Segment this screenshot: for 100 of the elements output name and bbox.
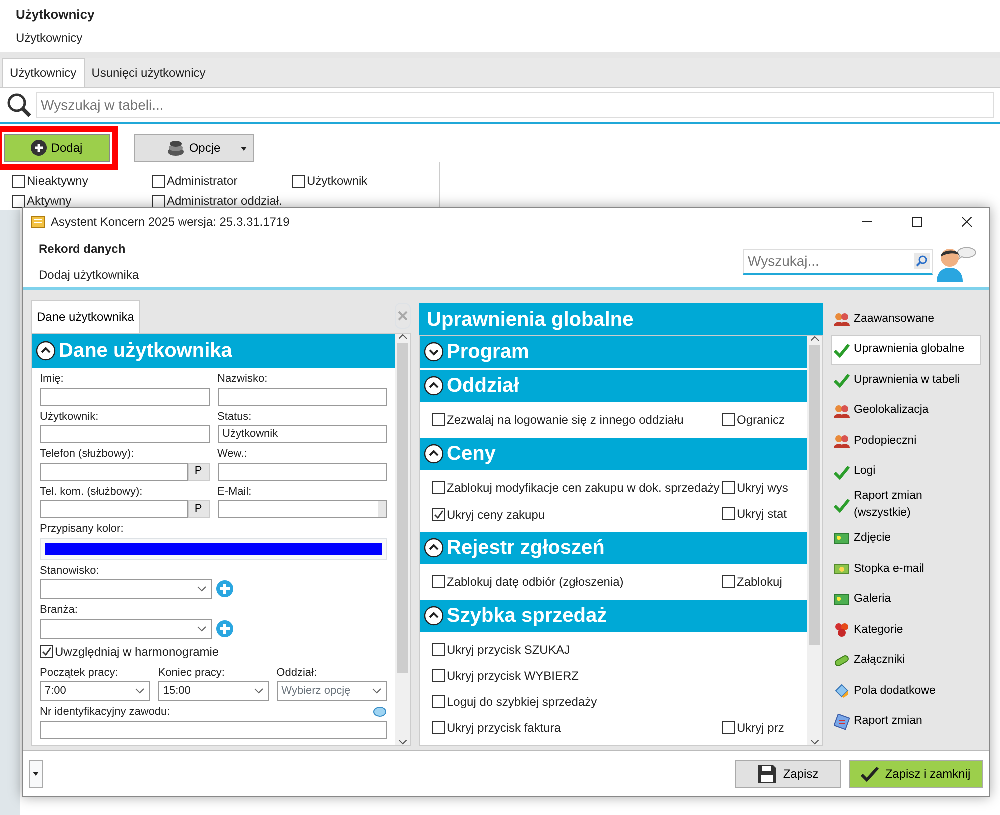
page-title: Użytkownicy — [16, 6, 96, 24]
collapse-icon[interactable] — [424, 376, 444, 396]
field-label: Użytkownik: — [40, 410, 99, 422]
input-field[interactable] — [218, 462, 387, 480]
nav-item[interactable]: Kategorie — [831, 615, 981, 646]
input-field[interactable] — [218, 388, 387, 406]
input-field[interactable] — [40, 425, 210, 443]
dropdown-icon[interactable] — [197, 586, 207, 592]
dropdown-button[interactable] — [29, 760, 43, 788]
dropdown-icon[interactable] — [197, 626, 207, 632]
nav-item[interactable]: Raport zmian (wszystkie) — [831, 487, 981, 524]
permission-checkbox[interactable] — [722, 413, 735, 426]
window-title: Asystent Koncern 2025 wersja: 25.3.31.1719 — [51, 214, 291, 231]
permission-checkbox-label: Ukryj ceny zakupu — [447, 506, 546, 524]
nav-item[interactable]: Logi — [831, 456, 981, 487]
save-button[interactable]: Zapisz — [735, 760, 841, 788]
check-icon — [834, 464, 850, 480]
filter-checkbox[interactable] — [12, 194, 25, 208]
filter-checkbox[interactable] — [12, 174, 25, 188]
search-field[interactable]: Wyszukaj w tabeli... — [36, 92, 994, 118]
close-icon — [396, 308, 410, 323]
nav-item[interactable]: Raport zmian — [831, 706, 981, 737]
permission-checkbox[interactable] — [432, 413, 445, 426]
permission-checkbox[interactable] — [432, 508, 445, 521]
nav-item[interactable]: Galeria — [831, 584, 981, 615]
permission-checkbox[interactable] — [432, 721, 445, 734]
select-field[interactable] — [40, 579, 212, 599]
collapse-icon[interactable] — [424, 538, 444, 558]
p-button[interactable]: P — [188, 500, 210, 518]
input-field[interactable] — [40, 388, 210, 406]
nav-item[interactable]: Pola dodatkowe — [831, 676, 981, 706]
filter-checkbox[interactable] — [292, 174, 305, 188]
select-field[interactable] — [40, 618, 212, 638]
scrollbar-thumb[interactable] — [397, 343, 408, 673]
search-box[interactable]: Wyszukaj... — [743, 248, 933, 274]
permission-checkbox[interactable] — [722, 721, 735, 734]
permission-checkbox[interactable] — [432, 481, 445, 494]
picture-icon — [834, 530, 850, 547]
expand-icon[interactable] — [424, 342, 444, 362]
form-tab[interactable]: Dane użytkownika — [31, 300, 140, 333]
select-value: 15:00 — [163, 684, 191, 699]
nav-item[interactable]: Uprawnienia w tabeli — [831, 365, 981, 396]
filter-checkbox-label: Administrator — [167, 173, 238, 190]
select-field[interactable]: 7:00 — [40, 681, 150, 701]
input-field[interactable] — [40, 500, 188, 518]
nav-item[interactable]: Uprawnienia globalne — [831, 334, 981, 365]
scroll-down-icon[interactable] — [398, 740, 406, 745]
schedule-checkbox-label: Uwzględniaj w harmonogramie — [55, 644, 220, 660]
scroll-down-icon[interactable] — [810, 740, 818, 745]
section-title: Program — [447, 340, 530, 365]
nav-item[interactable]: Podopieczni — [831, 426, 981, 456]
permission-checkbox-label: Zablokuj modyfikacje cen zakupu w dok. sprzedaży — [447, 480, 720, 497]
permission-checkbox[interactable] — [722, 575, 735, 588]
collapse-icon[interactable] — [36, 341, 56, 361]
color-field[interactable] — [40, 538, 387, 560]
add-button[interactable]: Dodaj — [4, 134, 110, 162]
permission-checkbox[interactable] — [722, 481, 735, 494]
dropdown-icon[interactable] — [372, 688, 382, 694]
permission-checkbox[interactable] — [722, 507, 735, 520]
scrollbar-thumb[interactable] — [809, 345, 820, 645]
add-icon[interactable] — [216, 620, 234, 638]
filter-checkbox[interactable] — [152, 174, 165, 188]
nav-item[interactable]: Załączniki — [831, 646, 981, 676]
scroll-up-icon[interactable] — [810, 336, 818, 341]
options-button[interactable]: Opcje — [134, 134, 254, 162]
collapse-icon[interactable] — [424, 444, 444, 464]
select-field[interactable]: 15:00 — [158, 681, 269, 701]
nav-item[interactable]: Stopka e-mail — [831, 554, 981, 584]
permission-checkbox[interactable] — [432, 643, 445, 656]
save-close-button[interactable]: Zapisz i zamknij — [849, 760, 983, 788]
field-label: Telefon (służbowy): — [40, 448, 134, 460]
schedule-checkbox[interactable] — [40, 645, 53, 658]
input-field[interactable] — [218, 500, 387, 518]
nav-item[interactable]: Zaawansowane — [831, 304, 981, 334]
filter-checkbox[interactable] — [152, 194, 165, 208]
tab[interactable]: Użytkownicy — [2, 58, 85, 87]
scroll-up-icon[interactable] — [398, 334, 406, 339]
collapse-icon[interactable] — [424, 606, 444, 626]
select-field[interactable]: Wybierz opcję — [276, 681, 387, 701]
filter-checkbox-label: Użytkownik — [307, 173, 368, 190]
nav-item[interactable]: Zdjęcie — [831, 524, 981, 554]
dropdown-icon[interactable] — [254, 688, 264, 694]
permission-checkbox-label: Ukryj przycisk WYBIERZ — [447, 668, 579, 685]
people-icon — [834, 311, 850, 328]
permission-checkbox[interactable] — [432, 669, 445, 682]
tab[interactable]: Usunięci użytkownicy — [84, 59, 213, 87]
p-button[interactable]: P — [188, 462, 210, 480]
field-label: Tel. kom. (służbowy): — [40, 486, 143, 498]
permission-checkbox[interactable] — [432, 575, 445, 588]
permission-checkbox[interactable] — [432, 695, 445, 708]
input-field[interactable] — [40, 462, 188, 480]
field-label: Nr identyfikacyjny zawodu: — [40, 706, 170, 718]
caret-icon — [33, 772, 39, 776]
input-field[interactable]: Użytkownik — [218, 425, 387, 443]
search-icon[interactable] — [914, 253, 930, 269]
field-label: Koniec pracy: — [158, 666, 225, 678]
nav-item[interactable]: Geolokalizacja — [831, 396, 981, 426]
add-icon[interactable] — [216, 580, 234, 598]
dropdown-icon[interactable] — [135, 688, 146, 694]
input-field[interactable] — [40, 720, 387, 738]
